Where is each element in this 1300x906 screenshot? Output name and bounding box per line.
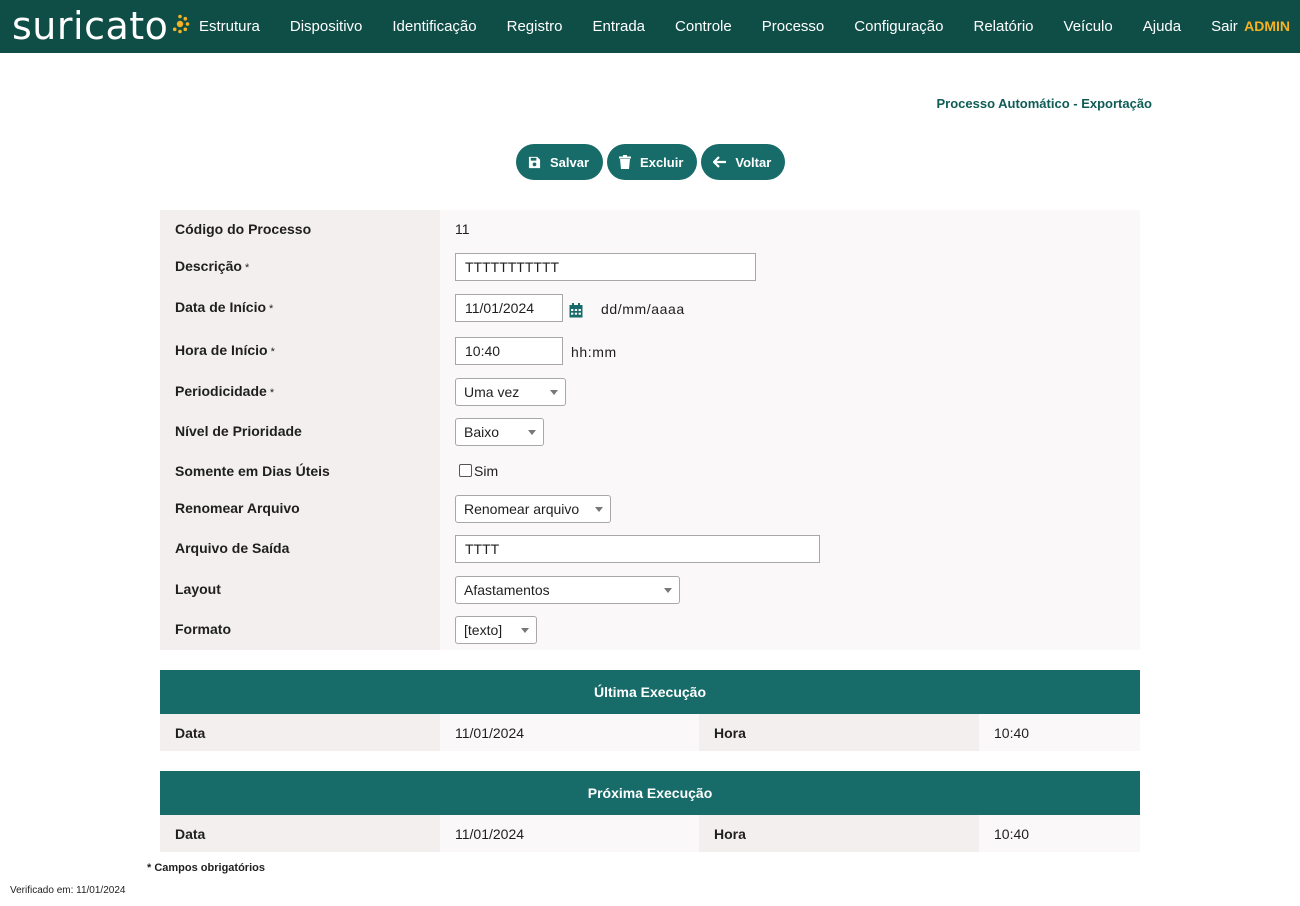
proxima-data-label: Data [175, 826, 206, 842]
ultima-execucao-row: Data 11/01/2024 Hora 10:40 [160, 714, 1140, 751]
back-button-label: Voltar [735, 154, 772, 170]
save-icon [528, 156, 541, 168]
codigo-label: Código do Processo [175, 221, 312, 237]
nav-item-dispositivo[interactable]: Dispositivo [275, 18, 378, 35]
back-button[interactable]: Voltar [701, 144, 786, 180]
save-button[interactable]: Salvar [516, 144, 604, 180]
verified-date: Verificado em: 11/01/2024 [10, 885, 126, 896]
required-marker: * [244, 262, 250, 274]
layout-value: Afastamentos [464, 582, 550, 598]
prioridade-select[interactable]: Baixo [455, 418, 544, 446]
dias-uteis-label: Somente em Dias Úteis [175, 463, 330, 479]
layout-label: Layout [175, 581, 221, 597]
nav-item-registro[interactable]: Registro [492, 18, 578, 35]
dias-uteis-option-label[interactable]: Sim [474, 463, 498, 479]
nav-item-estrutura[interactable]: Estrutura [184, 18, 275, 35]
hora-format-hint: hh:mm [571, 344, 617, 360]
chevron-down-icon [528, 430, 536, 435]
arrow-left-icon [713, 156, 727, 168]
ultima-execucao-section: Última Execução Data 11/01/2024 Hora 10:… [160, 670, 1140, 751]
periodicidade-value: Uma vez [464, 384, 520, 400]
nav-item-ajuda[interactable]: Ajuda [1128, 18, 1196, 35]
trash-icon [619, 155, 632, 169]
data-format-hint: dd/mm/aaaa [601, 301, 685, 317]
calendar-icon[interactable] [569, 303, 583, 318]
formato-value: [texto] [464, 622, 503, 638]
proxima-hora-label: Hora [714, 826, 746, 842]
nav-item-veiculo[interactable]: Veículo [1049, 18, 1128, 35]
layout-select[interactable]: Afastamentos [455, 576, 680, 604]
periodicidade-select[interactable]: Uma vez [455, 378, 566, 406]
nav-item-entrada[interactable]: Entrada [577, 18, 660, 35]
logo-text: suricato [12, 4, 169, 48]
prioridade-label: Nível de Prioridade [175, 423, 302, 439]
periodicidade-label: Periodicidade * [175, 383, 275, 399]
proxima-execucao-section: Próxima Execução Data 11/01/2024 Hora 10… [160, 771, 1140, 852]
data-inicio-label: Data de Início * [175, 299, 274, 315]
ultima-execucao-title: Última Execução [160, 670, 1140, 714]
required-marker: * [269, 303, 274, 315]
data-inicio-input[interactable]: 11/01/2024 [455, 294, 563, 322]
codigo-value: 11 [455, 221, 470, 237]
prioridade-value: Baixo [464, 424, 500, 440]
chevron-down-icon [595, 507, 603, 512]
nav-item-controle[interactable]: Controle [660, 18, 747, 35]
proxima-hora-value: 10:40 [994, 826, 1030, 842]
save-button-label: Salvar [550, 154, 590, 170]
ultima-hora-value: 10:40 [994, 725, 1030, 741]
suricato-logo[interactable]: suricato [12, 3, 190, 49]
top-bar: suricato Estrutura Dispositivo Identific… [0, 0, 1300, 53]
user-name[interactable]: ADMIN [1244, 18, 1290, 34]
main-nav: Estrutura Dispositivo Identificação Regi… [184, 0, 1253, 53]
page-title: Processo Automático - Exportação [936, 96, 1152, 111]
hora-inicio-label: Hora de Início * [175, 342, 275, 358]
proxima-execucao-title: Próxima Execução [160, 771, 1140, 815]
action-toolbar: Salvar Excluir Voltar [516, 144, 786, 180]
proxima-data-value: 11/01/2024 [455, 826, 525, 842]
chevron-down-icon [550, 390, 558, 395]
delete-button-label: Excluir [640, 154, 684, 170]
arquivo-saida-input[interactable]: TTTT [455, 535, 820, 563]
nav-item-relatorio[interactable]: Relatório [959, 18, 1049, 35]
delete-button[interactable]: Excluir [607, 144, 698, 180]
ultima-data-label: Data [175, 725, 206, 741]
nav-item-identificacao[interactable]: Identificação [377, 18, 491, 35]
ultima-data-value: 11/01/2024 [455, 725, 525, 741]
descricao-label: Descrição * [175, 258, 250, 274]
required-marker: * [269, 387, 275, 399]
arquivo-saida-label: Arquivo de Saída [175, 540, 290, 556]
nav-item-processo[interactable]: Processo [747, 18, 840, 35]
nav-item-configuracao[interactable]: Configuração [839, 18, 958, 35]
required-marker: * [270, 346, 275, 358]
formato-label: Formato [175, 621, 231, 637]
ultima-hora-label: Hora [714, 725, 746, 741]
renomear-select[interactable]: Renomear arquivo [455, 495, 611, 523]
chevron-down-icon [664, 588, 672, 593]
renomear-value: Renomear arquivo [464, 501, 580, 517]
renomear-label: Renomear Arquivo [175, 500, 300, 516]
descricao-input[interactable]: TTTTTTTTTTT [455, 253, 756, 281]
formato-select[interactable]: [texto] [455, 616, 537, 644]
dias-uteis-checkbox[interactable] [459, 464, 472, 477]
required-fields-note: * Campos obrigatórios [147, 862, 265, 874]
hora-inicio-input[interactable]: 10:40 [455, 337, 563, 365]
process-form: Código do Processo 11 Descrição * TTTTTTT… [160, 210, 1140, 650]
proxima-execucao-row: Data 11/01/2024 Hora 10:40 [160, 815, 1140, 852]
chevron-down-icon [521, 628, 529, 633]
